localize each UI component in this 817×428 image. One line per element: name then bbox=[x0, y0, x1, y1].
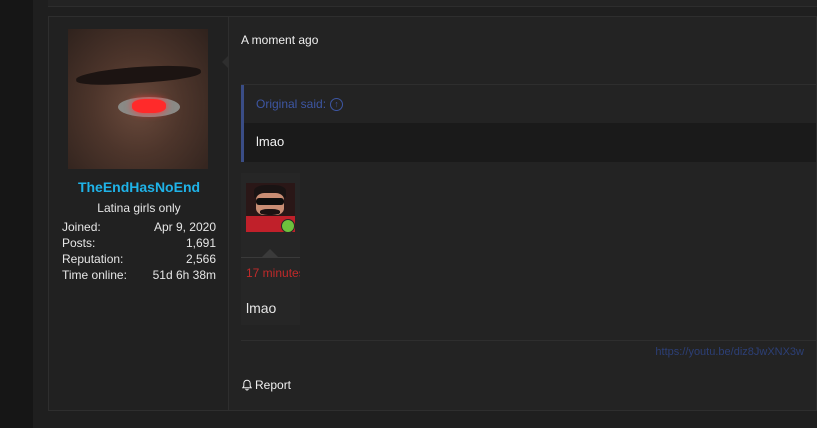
divider bbox=[241, 257, 300, 258]
stat-posts: Posts: 1,691 bbox=[62, 235, 216, 251]
stat-joined: Joined: Apr 9, 2020 bbox=[62, 219, 216, 235]
stat-value: 1,691 bbox=[185, 236, 216, 250]
avatar[interactable] bbox=[68, 29, 208, 169]
user-title: Latina girls only bbox=[97, 201, 181, 215]
author-panel: TheEndHasNoEnd Latina girls only Joined:… bbox=[49, 17, 229, 410]
stat-value: 2,566 bbox=[185, 252, 216, 266]
quote-text: lmao bbox=[256, 134, 285, 149]
quote-attribution[interactable]: Original said: ↑ bbox=[256, 97, 344, 111]
stat-time-online: Time online: 51d 6h 38m bbox=[62, 267, 216, 283]
quote-block: Original said: ↑ lmao bbox=[241, 85, 816, 162]
signature-link[interactable]: https://youtu.be/diz8JwXNX3w bbox=[655, 346, 804, 358]
forum-post: TheEndHasNoEnd Latina girls only Joined:… bbox=[48, 16, 817, 411]
bell-icon bbox=[241, 379, 253, 391]
report-label: Report bbox=[255, 378, 292, 392]
username[interactable]: TheEndHasNoEnd bbox=[49, 179, 229, 195]
embedded-message-card[interactable]: 17 minutes ago lmao bbox=[241, 173, 300, 325]
author-stats: Joined: Apr 9, 2020 Posts: 1,691 Reputat… bbox=[62, 219, 216, 283]
stat-label: Time online: bbox=[62, 268, 127, 282]
left-gutter bbox=[0, 0, 33, 428]
post-pointer-arrow bbox=[222, 55, 229, 69]
stat-label: Joined: bbox=[62, 220, 101, 234]
divider bbox=[241, 340, 816, 341]
arrow-up-circle-icon[interactable]: ↑ bbox=[330, 97, 344, 111]
stat-label: Reputation: bbox=[62, 252, 124, 266]
report-button[interactable]: Report bbox=[241, 378, 291, 392]
stat-label: Posts: bbox=[62, 236, 96, 250]
post-content: A moment ago Original said: ↑ lmao 17 mi… bbox=[229, 17, 816, 410]
stat-value: 51d 6h 38m bbox=[152, 268, 216, 282]
post-timestamp[interactable]: A moment ago bbox=[241, 33, 318, 47]
quote-body: lmao bbox=[244, 123, 816, 162]
online-status-icon bbox=[281, 219, 295, 232]
quote-attribution-label: Original said: bbox=[256, 97, 327, 111]
stat-value: Apr 9, 2020 bbox=[153, 220, 216, 234]
embed-notch bbox=[262, 249, 278, 257]
embed-text: lmao bbox=[246, 300, 277, 316]
embed-avatar bbox=[246, 183, 295, 232]
previous-post-edge bbox=[48, 0, 817, 7]
embed-timestamp: 17 minutes ago bbox=[246, 266, 300, 280]
stat-reputation: Reputation: 2,566 bbox=[62, 251, 216, 267]
quote-header: Original said: ↑ bbox=[244, 85, 816, 123]
